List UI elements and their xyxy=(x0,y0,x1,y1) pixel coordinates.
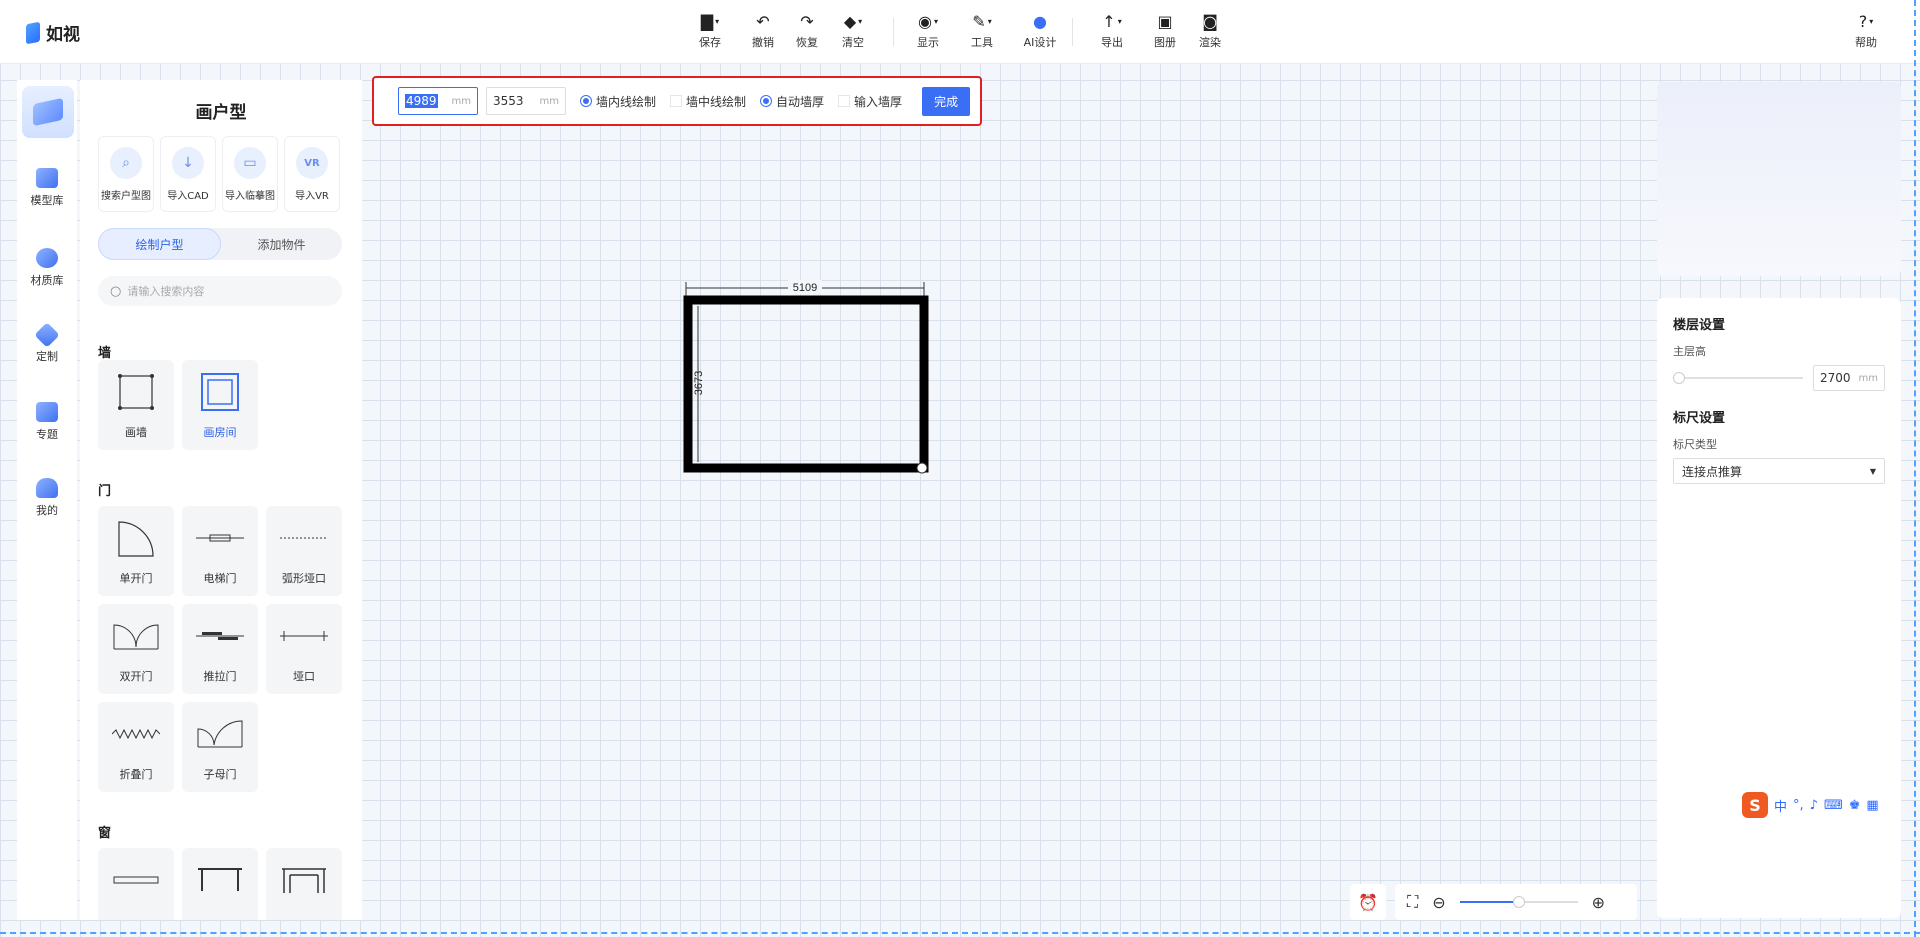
zoom-knob[interactable] xyxy=(1512,896,1525,908)
ruler-type-select[interactable]: 连接点推算 ▼ xyxy=(1673,458,1885,484)
wall-endpoint-handle[interactable] xyxy=(916,462,928,474)
zoom-in-icon[interactable]: ⊕ xyxy=(1592,893,1605,912)
properties-panel: 楼层设置 主层高 2700 mm 标尺设置 标尺类型 连接点推算 ▼ xyxy=(1657,298,1901,918)
ime-toolbar: S 中 °, ♪ ⌨ ♚ ▦ xyxy=(1742,790,1879,820)
ruler-type-label: 标尺类型 xyxy=(1673,438,1717,451)
ime-language[interactable]: 中 xyxy=(1774,796,1787,815)
alert-icon[interactable]: ⏰ xyxy=(1350,884,1386,920)
sogou-logo-icon[interactable]: S xyxy=(1742,792,1768,818)
viewport-border xyxy=(1914,0,1916,937)
ruler-settings-title: 标尺设置 xyxy=(1673,411,1726,426)
drawing-canvas[interactable]: 5109 3673 xyxy=(0,0,1920,937)
3d-preview[interactable] xyxy=(1657,82,1901,276)
chevron-down-icon: ▼ xyxy=(1869,466,1876,476)
apps-icon[interactable]: ▦ xyxy=(1866,798,1878,813)
keyboard-icon[interactable]: ⌨ xyxy=(1824,798,1843,813)
floor-height-slider[interactable] xyxy=(1673,372,1803,384)
zoom-fill xyxy=(1459,901,1519,903)
room-width-label: 5109 xyxy=(793,282,817,294)
floor-height-label: 主层高 xyxy=(1673,345,1706,358)
microphone-icon[interactable]: ♪ xyxy=(1810,798,1818,813)
zoom-controls: ⛶ ⊖ ⊕ xyxy=(1395,884,1637,920)
zoom-out-icon[interactable]: ⊖ xyxy=(1432,893,1445,912)
zoom-slider[interactable] xyxy=(1459,896,1578,908)
fullscreen-icon[interactable]: ⛶ xyxy=(1407,892,1418,912)
viewport-border xyxy=(0,932,1920,934)
room-height-label: 3673 xyxy=(693,371,705,395)
skin-icon[interactable]: ♚ xyxy=(1849,798,1861,813)
punctuation-icon[interactable]: °, xyxy=(1793,798,1804,813)
room-walls[interactable] xyxy=(683,295,929,473)
floor-settings-title: 楼层设置 xyxy=(1673,318,1726,333)
slider-knob[interactable] xyxy=(1673,372,1685,384)
floor-height-input[interactable]: 2700 mm xyxy=(1813,365,1885,391)
